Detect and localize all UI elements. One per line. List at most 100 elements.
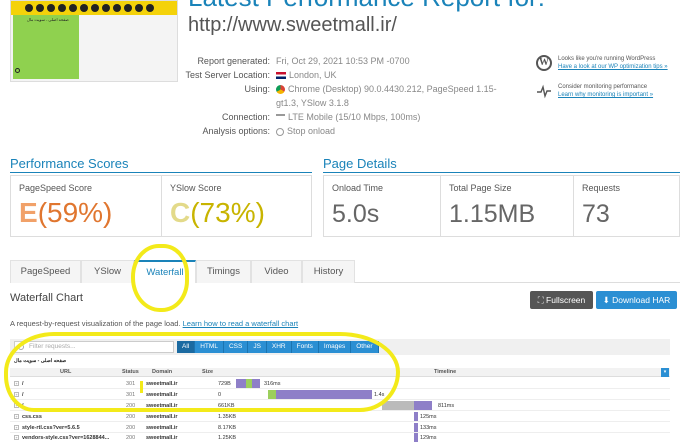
signal-icon [276,114,285,121]
row-url: vendors-style.css?ver=1628844... [22,435,110,441]
download-har-label: Download HAR [612,295,671,305]
tab-yslow[interactable]: YSlow [81,260,134,283]
requests: Requests 73 [573,176,679,236]
meta-row-using: Using: Chrome (Desktop) 90.0.4430.212, P… [120,82,516,110]
monitor-learn-link[interactable]: Learn why monitoring is important » [558,91,690,99]
onload-time: Onload Time 5.0s [324,176,440,236]
row-domain: sweetmall.ir [146,414,178,420]
report-url[interactable]: http://www.sweetmall.ir/ [188,14,397,37]
pagespeed-score-label: PageSpeed Score [19,183,93,193]
thumbnail-green-panel: صفحه اصلی - سویت مال [13,15,79,79]
page-details-divider [323,172,680,173]
uk-flag-icon [276,72,286,80]
thumbnail-rtl-text: صفحه اصلی - سویت مال [27,17,69,22]
expand-icon[interactable]: + [14,435,19,440]
wordpress-note-text: Looks like you're running WordPress Have… [558,55,690,71]
meta-label: Using: [244,84,270,94]
meta-row-server-location: Test Server Location: London, UK [120,68,516,82]
row-time: 133ms [420,425,437,431]
pagespeed-grade: E(59%) [19,198,112,228]
page-details-box: Onload Time 5.0s Total Page Size 1.15MB … [323,175,680,237]
meta-value-text: London, UK [289,70,337,80]
timeline-bar [414,412,418,421]
row-time: 125ms [420,414,437,420]
meta-value: Fri, Oct 29, 2021 10:53 PM -0700 [276,56,410,66]
onload-time-label: Onload Time [332,183,384,193]
row-url: style-rtl.css?ver=5.6.5 [22,425,80,431]
wordpress-icon: W [536,55,552,71]
waterfall-learn-link[interactable]: Learn how to read a waterfall chart [183,319,298,328]
expand-icon[interactable]: + [14,425,19,430]
yslow-grade-letter: C [170,197,191,228]
row-url: css.css [22,414,42,420]
wordpress-note-label: Looks like you're running WordPress [558,56,656,62]
download-icon: ⬇ [602,295,613,305]
requests-label: Requests [582,183,621,193]
yslow-score-label: YSlow Score [170,183,222,193]
performance-scores-box: PageSpeed Score E(59%) YSlow Score C(73%… [10,175,312,237]
timeline-bar [382,401,414,410]
report-meta: Report generated: Fri, Oct 29, 2021 10:5… [120,54,516,138]
meta-value-text: LTE Mobile (15/10 Mbps, 100ms) [288,112,421,122]
table-row[interactable]: + css.css 200 sweetmall.ir 1.35KB 125ms [10,411,670,422]
thumbnail-header-bar [11,1,177,15]
meta-value: Stop onload [276,124,516,138]
total-page-size: Total Page Size 1.15MB [440,176,573,236]
pagespeed-grade-letter: E [19,197,38,228]
pagespeed-score: PageSpeed Score E(59%) [11,176,161,236]
table-row[interactable]: + vendors-style.css?ver=1628844... 200 s… [10,432,670,442]
yslow-score: YSlow Score C(73%) [161,176,311,236]
pulse-icon [537,84,551,99]
tab-pagespeed[interactable]: PageSpeed [10,260,81,283]
monitor-note-label: Consider monitoring performance [558,84,648,90]
meta-row-analysis-options: Analysis options: Stop onload [120,124,516,138]
row-time: 129ms [420,435,437,441]
timeline-options-button[interactable]: ▾ [661,368,669,377]
performance-scores-title: Performance Scores [10,156,129,171]
meta-row-connection: Connection: LTE Mobile (15/10 Mbps, 100m… [120,110,516,124]
yslow-grade: C(73%) [170,198,265,228]
tab-timings[interactable]: Timings [196,260,251,283]
waterfall-chart-title: Waterfall Chart [10,292,83,304]
waterfall-description-text: A request-by-request visualization of th… [10,319,181,328]
meta-value-text: Stop onload [287,126,336,136]
onload-time-value: 5.0s [332,200,380,228]
report-title: Latest Performance Report for: [188,0,545,13]
waterfall-rows-highlight-annotation [4,332,400,412]
row-size: 8.17KB [218,425,237,431]
row-domain: sweetmall.ir [146,425,178,431]
expand-icon[interactable]: + [14,414,19,419]
download-har-button[interactable]: ⬇ Download HAR [596,291,677,309]
meta-label: Test Server Location: [185,70,270,80]
fullscreen-icon: ⛶ [537,295,547,305]
col-timeline[interactable]: Timeline [434,369,456,375]
timeline-bar [414,423,418,432]
stop-icon [276,127,284,136]
monitor-note-text: Consider monitoring performance Learn wh… [558,83,690,99]
meta-label: Report generated: [197,56,270,66]
page-details-title: Page Details [323,156,397,171]
total-page-size-label: Total Page Size [449,183,512,193]
row-size: 1.25KB [218,435,237,441]
row-status: 200 [126,425,136,431]
meta-row-report-generated: Report generated: Fri, Oct 29, 2021 10:5… [120,54,516,68]
tab-video[interactable]: Video [251,260,302,283]
waterfall-tab-highlight-annotation [131,244,189,312]
wordpress-tips-link[interactable]: Have a look at our WP optimization tips … [558,63,690,71]
tab-history[interactable]: History [302,260,355,283]
performance-divider [10,172,312,173]
meta-value: LTE Mobile (15/10 Mbps, 100ms) [276,110,516,124]
timeline-bar [414,433,418,442]
yslow-grade-percent: (73%) [190,197,265,228]
fullscreen-button[interactable]: ⛶ Fullscreen [530,291,593,309]
total-page-size-value: 1.15MB [449,200,536,228]
chrome-icon [276,85,285,95]
pagespeed-grade-percent: (59%) [37,197,113,228]
annotation-mark [140,381,143,393]
meta-value-text: Chrome (Desktop) 90.0.4430.212, PageSpee… [276,84,497,108]
waterfall-description: A request-by-request visualization of th… [10,319,298,328]
report-tabs: PageSpeed YSlow Waterfall Timings Video … [10,260,680,283]
timeline-bar [414,401,432,410]
row-domain: sweetmall.ir [146,435,178,441]
requests-value: 73 [582,200,610,228]
